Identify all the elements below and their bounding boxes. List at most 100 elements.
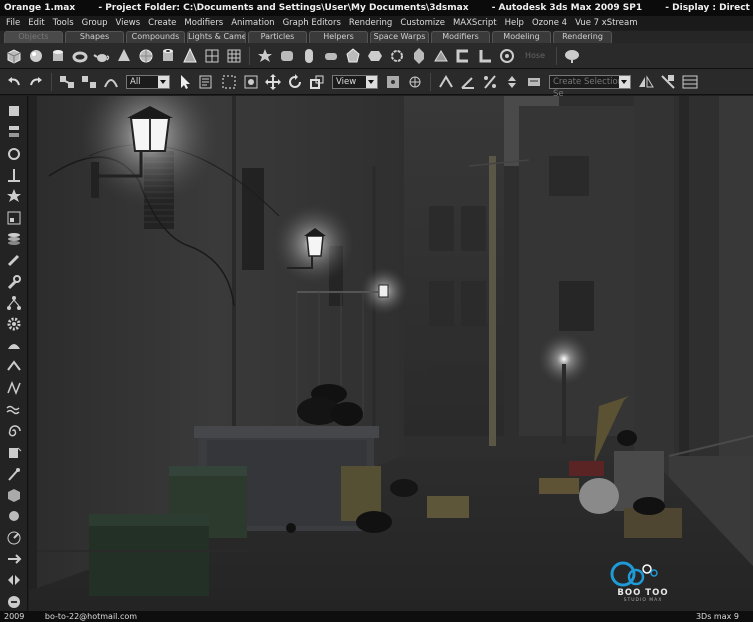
bind-space-warp-icon[interactable]: [101, 72, 121, 92]
render-tool-icon[interactable]: [4, 593, 24, 611]
reference-coordinate-dropdown[interactable]: View: [332, 74, 378, 89]
snap-icon[interactable]: [436, 72, 456, 92]
angle-snap-icon[interactable]: [458, 72, 478, 92]
tab-objects[interactable]: Objects: [4, 31, 63, 43]
spindle-icon[interactable]: [409, 46, 429, 66]
tab-rendering[interactable]: Rendering: [553, 31, 612, 43]
cone-icon[interactable]: [114, 46, 134, 66]
c-ext-icon[interactable]: [453, 46, 473, 66]
spiral-tool-icon[interactable]: [4, 422, 24, 440]
spinner-snap-icon[interactable]: [502, 72, 522, 92]
menu-customize[interactable]: Customize: [396, 18, 449, 28]
loop-icon[interactable]: [4, 145, 24, 163]
ringwave-icon[interactable]: [497, 46, 517, 66]
menu-tools[interactable]: Tools: [49, 18, 78, 28]
stack-icon[interactable]: [4, 123, 24, 141]
tab-compounds[interactable]: Compounds: [126, 31, 185, 43]
redo-icon[interactable]: [26, 72, 46, 92]
layer-manager-icon[interactable]: [680, 72, 700, 92]
tab-shapes[interactable]: Shapes: [65, 31, 124, 43]
menu-animation[interactable]: Animation: [227, 18, 278, 28]
gear-icon[interactable]: [4, 315, 24, 333]
align-icon[interactable]: [658, 72, 678, 92]
tab-modifiers[interactable]: Modifiers: [431, 31, 490, 43]
teapot-icon[interactable]: [92, 46, 112, 66]
deform-tool-icon[interactable]: [4, 358, 24, 376]
wave-tool-icon[interactable]: [4, 401, 24, 419]
tab-helpers[interactable]: Helpers: [309, 31, 368, 43]
menu-create[interactable]: Create: [144, 18, 180, 28]
menu-views[interactable]: Views: [112, 18, 145, 28]
edit-named-selection-icon[interactable]: [524, 72, 544, 92]
brain-icon[interactable]: [562, 46, 582, 66]
paint-tool-icon[interactable]: [4, 337, 24, 355]
sphere-icon[interactable]: [26, 46, 46, 66]
hierarchy-tool-icon[interactable]: [4, 294, 24, 312]
selection-filter-dropdown[interactable]: All: [126, 74, 170, 89]
soften-tool-icon[interactable]: [4, 507, 24, 525]
mirror-icon[interactable]: [636, 72, 656, 92]
named-selection-dropdown[interactable]: Create Selection Se: [549, 74, 631, 99]
menu-maxscript[interactable]: MAXScript: [449, 18, 501, 28]
menu-edit[interactable]: Edit: [24, 18, 48, 28]
geosphere-icon[interactable]: [136, 46, 156, 66]
menu-graph-editors[interactable]: Graph Editors: [279, 18, 345, 28]
l-ext-icon[interactable]: [475, 46, 495, 66]
unlink-icon[interactable]: [79, 72, 99, 92]
box-icon[interactable]: [4, 46, 24, 66]
tab-modeling[interactable]: Modeling: [492, 31, 551, 43]
manipulate-icon[interactable]: [405, 72, 425, 92]
capsule-icon[interactable]: [299, 46, 319, 66]
selection-region-icon[interactable]: [219, 72, 239, 92]
prism-icon[interactable]: [431, 46, 451, 66]
select-object-icon[interactable]: [175, 72, 195, 92]
plane-icon[interactable]: [202, 46, 222, 66]
pivot-tool-icon[interactable]: [4, 166, 24, 184]
relax-tool-icon[interactable]: [4, 379, 24, 397]
gengon-icon[interactable]: [365, 46, 385, 66]
viewport-render[interactable]: BOO TOO STUDIO MAX: [29, 96, 753, 611]
star-tool-icon[interactable]: [4, 187, 24, 205]
percent-snap-icon[interactable]: [480, 72, 500, 92]
menu-modifiers[interactable]: Modifiers: [180, 18, 227, 28]
oil-tank-icon[interactable]: [321, 46, 341, 66]
torus-knot-icon[interactable]: [387, 46, 407, 66]
wrench-tool-icon[interactable]: [4, 273, 24, 291]
menu-group[interactable]: Group: [78, 18, 112, 28]
window-crossing-icon[interactable]: [241, 72, 261, 92]
pyramid-icon[interactable]: [180, 46, 200, 66]
compass-tool-icon[interactable]: [4, 529, 24, 547]
cylinder-icon[interactable]: [48, 46, 68, 66]
link-icon[interactable]: [57, 72, 77, 92]
menu-rendering[interactable]: Rendering: [345, 18, 396, 28]
tube-icon[interactable]: [158, 46, 178, 66]
tab-particles[interactable]: Particles: [248, 31, 307, 43]
grid-icon[interactable]: [224, 46, 244, 66]
layers-tool-icon[interactable]: [4, 230, 24, 248]
select-move-icon[interactable]: [263, 72, 283, 92]
hedra-icon[interactable]: [343, 46, 363, 66]
cube-tool-icon[interactable]: [4, 486, 24, 504]
eyedrop-tool-icon[interactable]: [4, 465, 24, 483]
select-by-name-icon[interactable]: [197, 72, 217, 92]
star-shape-icon[interactable]: [255, 46, 275, 66]
torus-icon[interactable]: [70, 46, 90, 66]
menu-ozone[interactable]: Ozone 4: [528, 18, 571, 28]
tab-space-warps[interactable]: Space Warps: [370, 31, 429, 43]
pivot-center-icon[interactable]: [383, 72, 403, 92]
select-rotate-icon[interactable]: [285, 72, 305, 92]
modeling-tool-icon[interactable]: [4, 102, 24, 120]
hose-label[interactable]: Hose: [525, 51, 545, 60]
select-scale-icon[interactable]: [307, 72, 327, 92]
uv-tool-icon[interactable]: [4, 209, 24, 227]
menu-file[interactable]: File: [2, 18, 24, 28]
menu-help[interactable]: Help: [501, 18, 528, 28]
arrow-tool-icon[interactable]: [4, 550, 24, 568]
chamfer-box-icon[interactable]: [277, 46, 297, 66]
undo-icon[interactable]: [4, 72, 24, 92]
brush-tool-icon[interactable]: [4, 251, 24, 269]
fill-tool-icon[interactable]: [4, 443, 24, 461]
tab-lights-cameras[interactable]: Lights & Cameras: [187, 31, 246, 43]
flip-tool-icon[interactable]: [4, 571, 24, 589]
menu-vue-xstream[interactable]: Vue 7 xStream: [571, 18, 641, 28]
